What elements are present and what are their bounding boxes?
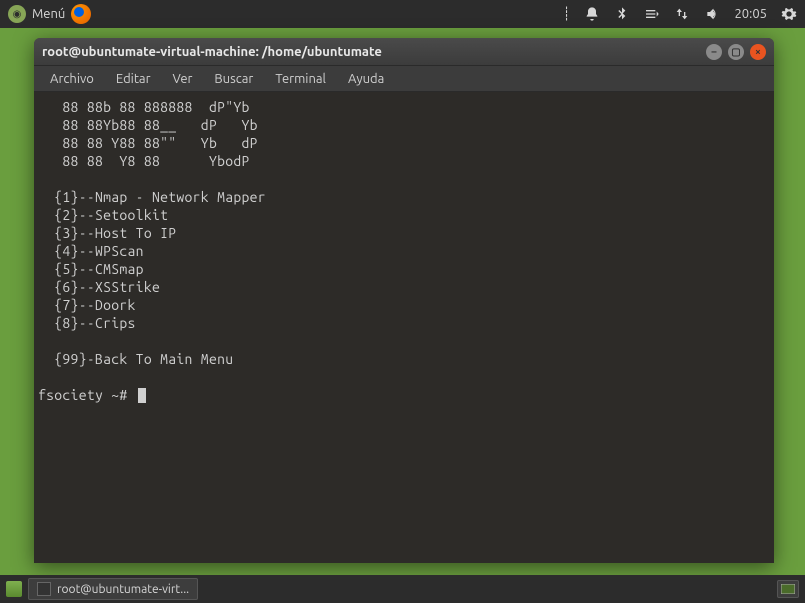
bottom-taskbar: root@ubuntumate-virt... [0, 575, 805, 603]
taskbar-app-label: root@ubuntumate-virt... [57, 583, 189, 596]
terminal-cursor [138, 388, 146, 403]
menu-label[interactable]: Menú [32, 7, 65, 21]
window-controls: – ▢ × [706, 44, 766, 60]
menu-edit[interactable]: Editar [106, 69, 161, 89]
terminal-prompt: fsociety ~# [38, 387, 136, 403]
menu-view[interactable]: Ver [163, 69, 203, 89]
menu-option-8: {8}--Crips [38, 314, 770, 332]
ubuntu-mate-logo-icon[interactable]: ◉ [8, 5, 26, 23]
clock-time[interactable]: 20:05 [734, 7, 767, 21]
ascii-line-3: 88 88 Y88 88"" Yb dP [38, 134, 770, 152]
menu-search[interactable]: Buscar [204, 69, 263, 89]
notification-bell-icon[interactable] [584, 6, 600, 22]
ascii-line-1: 88 88b 88 888888 dP"Yb [38, 98, 770, 116]
terminal-menubar: Archivo Editar Ver Buscar Terminal Ayuda [34, 66, 774, 92]
menu-file[interactable]: Archivo [40, 69, 104, 89]
settings-gear-icon[interactable] [781, 6, 797, 22]
menu-option-6: {6}--XSStrike [38, 278, 770, 296]
terminal-task-icon [37, 582, 51, 596]
network-icon[interactable] [674, 6, 690, 22]
system-tray: ┊ 20:05 [563, 6, 797, 22]
menu-option-4: {4}--WPScan [38, 242, 770, 260]
firefox-icon[interactable] [71, 4, 91, 24]
menu-option-5: {5}--CMSmap [38, 260, 770, 278]
terminal-body[interactable]: 88 88b 88 888888 dP"Yb 88 88Yb88 88__ dP… [34, 92, 774, 563]
separator-icon: ┊ [563, 7, 571, 22]
menu-option-1: {1}--Nmap - Network Mapper [38, 188, 770, 206]
workspace-switcher-icon[interactable] [777, 580, 799, 598]
menu-option-3: {3}--Host To IP [38, 224, 770, 242]
menu-terminal[interactable]: Terminal [265, 69, 336, 89]
window-title: root@ubuntumate-virtual-machine: /home/u… [42, 45, 706, 59]
indicator-icon[interactable] [644, 6, 660, 22]
menu-option-7: {7}--Doork [38, 296, 770, 314]
volume-icon[interactable] [704, 6, 720, 22]
show-desktop-icon[interactable] [6, 581, 22, 597]
terminal-window: root@ubuntumate-virtual-machine: /home/u… [34, 38, 774, 563]
top-menu-bar: ◉ Menú ┊ 20:05 [0, 0, 805, 28]
close-button[interactable]: × [750, 44, 766, 60]
taskbar-app-terminal[interactable]: root@ubuntumate-virt... [28, 578, 198, 600]
ascii-line-2: 88 88Yb88 88__ dP Yb [38, 116, 770, 134]
ascii-line-4: 88 88 Y8 88 YbodP [38, 152, 770, 170]
minimize-button[interactable]: – [706, 44, 722, 60]
menu-help[interactable]: Ayuda [338, 69, 394, 89]
maximize-button[interactable]: ▢ [728, 44, 744, 60]
top-bar-left: ◉ Menú [8, 4, 91, 24]
menu-option-2: {2}--Setoolkit [38, 206, 770, 224]
menu-option-99: {99}-Back To Main Menu [38, 350, 770, 368]
bluetooth-icon[interactable] [614, 6, 630, 22]
window-titlebar[interactable]: root@ubuntumate-virtual-machine: /home/u… [34, 38, 774, 66]
